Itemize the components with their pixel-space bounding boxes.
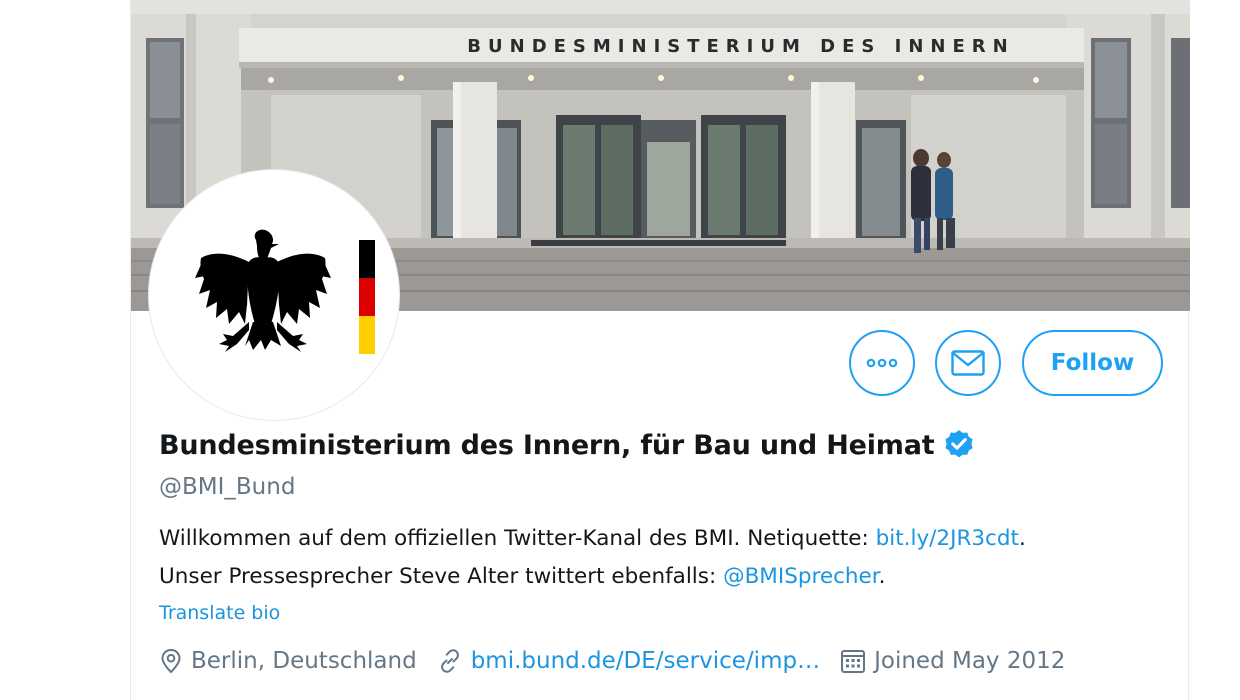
more-options-button[interactable] <box>849 330 915 396</box>
profile-meta: Berlin, Deutschland bmi.bund.de/DE/servi… <box>159 648 1085 674</box>
netiquette-link[interactable]: bit.ly/2JR3cdt <box>876 526 1019 551</box>
link-icon <box>440 649 459 673</box>
bio-line-1: Willkommen auf dem offiziellen Twitter-K… <box>159 526 1026 551</box>
website-link[interactable]: bmi.bund.de/DE/service/imp… <box>471 648 820 674</box>
calendar-icon <box>841 650 866 673</box>
building-sign: BUNDESMINISTERIUM DES INNERN <box>467 36 1015 57</box>
joined-date: Joined May 2012 <box>874 648 1066 674</box>
translate-bio-link[interactable]: Translate bio <box>159 602 280 624</box>
joined-item: Joined May 2012 <box>840 648 1065 674</box>
display-name: Bundesministerium des Innern, für Bau un… <box>159 429 935 461</box>
profile-bio: Willkommen auf dem offiziellen Twitter-K… <box>159 520 1169 596</box>
profile-card: BUNDESMINISTERIUM DES INNERN Follow Bund… <box>130 0 1190 700</box>
flag-black-stripe <box>359 240 375 278</box>
website-item: bmi.bund.de/DE/service/imp… <box>437 648 820 674</box>
location-text: Berlin, Deutschland <box>191 648 417 674</box>
flag-gold-stripe <box>359 316 375 354</box>
message-button[interactable] <box>935 330 1001 396</box>
verified-badge-icon <box>945 430 974 458</box>
bio-line-2: Unser Pressesprecher Steve Alter twitter… <box>159 564 886 589</box>
location-pin-icon <box>161 648 181 674</box>
display-name-row: Bundesministerium des Innern, für Bau un… <box>159 428 976 462</box>
federal-eagle-logo <box>195 229 375 354</box>
follow-button[interactable]: Follow <box>1022 330 1163 396</box>
profile-avatar[interactable] <box>149 170 399 420</box>
location-item: Berlin, Deutschland <box>159 648 417 674</box>
more-dots-icon <box>866 358 898 368</box>
eagle-icon <box>195 229 331 352</box>
envelope-icon <box>951 350 985 376</box>
user-handle: @BMI_Bund <box>159 474 296 500</box>
flag-red-stripe <box>359 278 375 316</box>
mention-link[interactable]: @BMISprecher <box>723 564 879 589</box>
